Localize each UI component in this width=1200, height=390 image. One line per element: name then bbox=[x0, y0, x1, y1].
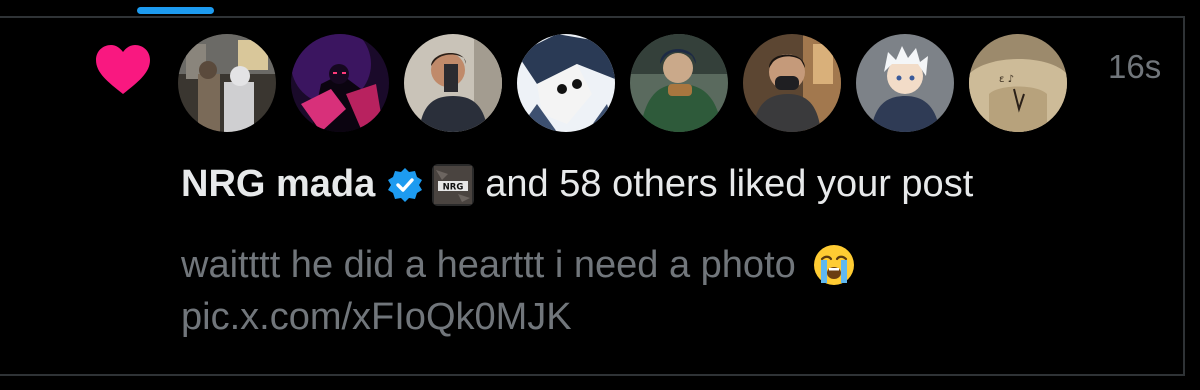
avatar-1[interactable] bbox=[178, 34, 276, 132]
post-link[interactable]: pic.x.com/xFIoQk0MJK bbox=[181, 291, 572, 343]
liker-avatars: ε ♪ bbox=[178, 34, 1067, 132]
avatar-4[interactable] bbox=[517, 34, 615, 132]
top-tab-bar bbox=[0, 0, 1200, 16]
avatar-8[interactable]: ε ♪ bbox=[969, 34, 1067, 132]
post-text: waitttt he did a hearttt i need a photo bbox=[181, 244, 796, 286]
liker-name[interactable]: NRG mada bbox=[181, 163, 375, 206]
avatar-6[interactable] bbox=[743, 34, 841, 132]
liked-summary: and 58 others liked your post bbox=[485, 163, 974, 205]
bottom-divider bbox=[0, 374, 1185, 376]
top-divider bbox=[0, 16, 1183, 18]
svg-text:ε ♪: ε ♪ bbox=[999, 74, 1014, 85]
verified-badge-icon bbox=[387, 167, 423, 203]
org-badge-text: NRG bbox=[443, 182, 464, 192]
org-badge: NRG bbox=[432, 163, 475, 206]
active-tab-indicator bbox=[137, 7, 214, 14]
avatar-2[interactable] bbox=[291, 34, 389, 132]
avatar-3[interactable] bbox=[404, 34, 502, 132]
timestamp: 16s bbox=[1108, 48, 1162, 85]
post-preview[interactable]: waitttt he did a hearttt i need a photo … bbox=[181, 239, 1081, 343]
avatar-7[interactable] bbox=[856, 34, 954, 132]
avatar-5[interactable] bbox=[630, 34, 728, 132]
right-divider bbox=[1183, 16, 1185, 376]
loudly-crying-face-emoji bbox=[812, 243, 856, 287]
notification-headline: NRG mada NRG and 58 others liked your po… bbox=[181, 163, 973, 206]
heart-icon bbox=[94, 44, 152, 96]
